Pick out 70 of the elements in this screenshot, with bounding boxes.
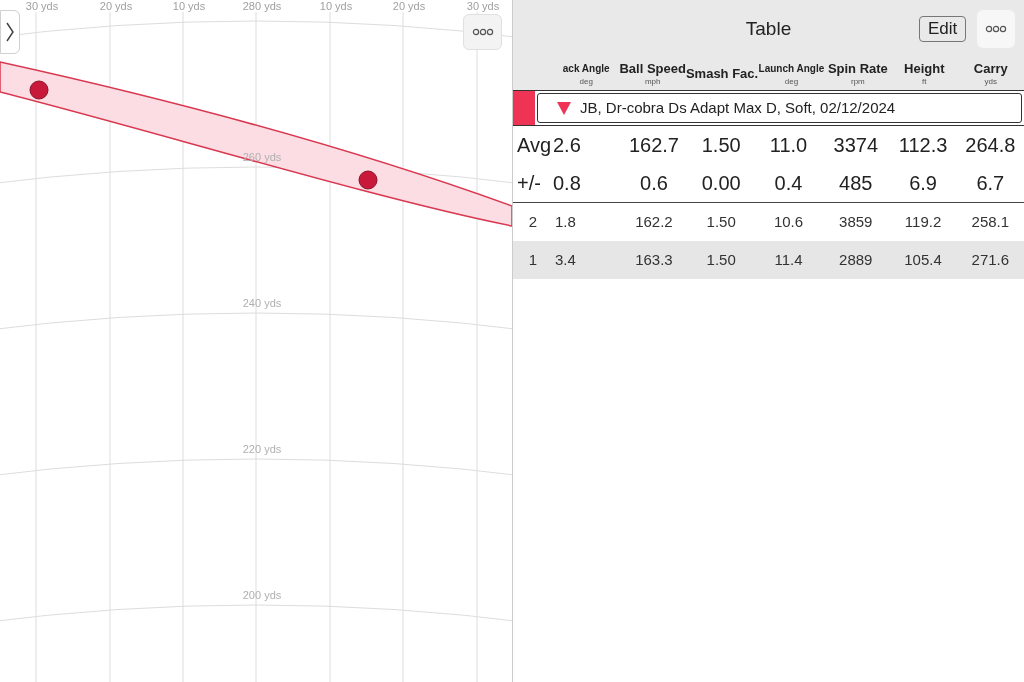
panel-title: Table [745, 16, 792, 41]
table-cell-text: 2889 [838, 249, 874, 270]
table-cell-text: 0.6 [639, 171, 669, 196]
table-row[interactable]: 1 3.4 163.3 1.50 11.4 2889 105.4 271.6 [513, 241, 1024, 279]
axis-label: 240 yds [242, 296, 282, 310]
axis-label: 10 yds [319, 0, 353, 12]
column-unit: yds [984, 77, 997, 87]
table-cell-text: 3.4 [554, 249, 577, 270]
axis-label: 280 yds [242, 0, 282, 12]
axis-label: 220 yds [242, 442, 282, 456]
table-cell-text: 163.3 [634, 249, 674, 270]
column-unit: rpm [850, 77, 865, 87]
column-unit: mph [644, 77, 661, 87]
table-cell-text: 11.4 [773, 249, 804, 270]
table-cell-text: 112.3 [897, 133, 949, 158]
table-cell-text: 0.4 [773, 171, 804, 196]
table-cell-text: 271.6 [970, 249, 1011, 270]
table-cell-text: 1.50 [705, 249, 737, 270]
chevron-right-icon [5, 21, 15, 43]
table-cell-text: 6.7 [975, 171, 1006, 196]
table-cell-text: 485 [838, 171, 874, 196]
table-cell-text: 258.1 [970, 211, 1011, 232]
table-cell-text: 162.7 [627, 133, 680, 158]
axis-label: 200 yds [242, 588, 282, 602]
table-cell-text: 11.0 [768, 133, 809, 158]
column-header: Carry [973, 61, 1008, 77]
row-number: 1 [527, 249, 539, 270]
axis-label: 10 yds [172, 0, 206, 12]
table-cell-text: 10.6 [772, 211, 805, 232]
table-cell-text: 0.00 [700, 171, 742, 196]
column-header: Height [904, 61, 945, 77]
table-cell-text: 1.8 [554, 211, 577, 232]
table-cell-text: 105.4 [903, 249, 943, 270]
column-header: Smash Fac. [685, 66, 759, 82]
column-unit: deg [784, 77, 799, 87]
table-cell-text: 3374 [832, 133, 880, 158]
table-cell-text: 162.2 [634, 211, 674, 232]
column-unit: ft [922, 77, 927, 87]
triangle-down-icon[interactable] [556, 100, 572, 116]
axis-label: 20 yds [392, 0, 426, 12]
table-cell-text: 6.9 [908, 171, 938, 196]
shot-dot [358, 170, 378, 190]
table-cell-text: 1.50 [700, 133, 742, 158]
column-header: ack Angle [562, 62, 610, 76]
row-number: 2 [527, 211, 539, 232]
more-button[interactable] [977, 10, 1015, 48]
column-header: Launch Angle [758, 62, 825, 76]
more-button[interactable] [463, 14, 502, 50]
column-header: Ball Speed [619, 61, 686, 76]
table-cell-text: 1.50 [705, 211, 737, 232]
axis-label: 20 yds [99, 0, 133, 12]
edit-button[interactable]: Edit [919, 16, 967, 42]
row-label: +/- [516, 171, 542, 196]
shot-dot [29, 80, 49, 100]
table-cell-text: 2.6 [553, 133, 582, 158]
column-unit: deg [579, 77, 593, 87]
axis-label: 30 yds [25, 0, 59, 12]
row-label: Avg [516, 133, 553, 158]
group-row[interactable]: JB, Dr-cobra Ds Adapt Max D, Soft, 02/12/2024 [513, 90, 1024, 126]
expand-button[interactable] [0, 10, 20, 54]
axis-label: 260 yds [242, 150, 282, 164]
group-label: JB, Dr-cobra Ds Adapt Max D, Soft, 02/12/2024 [580, 97, 896, 118]
more-icon [985, 25, 1007, 33]
table-cell-text: 264.8 [964, 133, 1017, 158]
more-icon [471, 28, 494, 36]
table-cell-text: 3859 [838, 211, 874, 232]
table-cell-text: 119.2 [903, 211, 943, 232]
column-header: Spin Rate [827, 61, 888, 77]
axis-label: 30 yds [466, 0, 500, 12]
table-cell-text: 0.8 [553, 171, 582, 196]
